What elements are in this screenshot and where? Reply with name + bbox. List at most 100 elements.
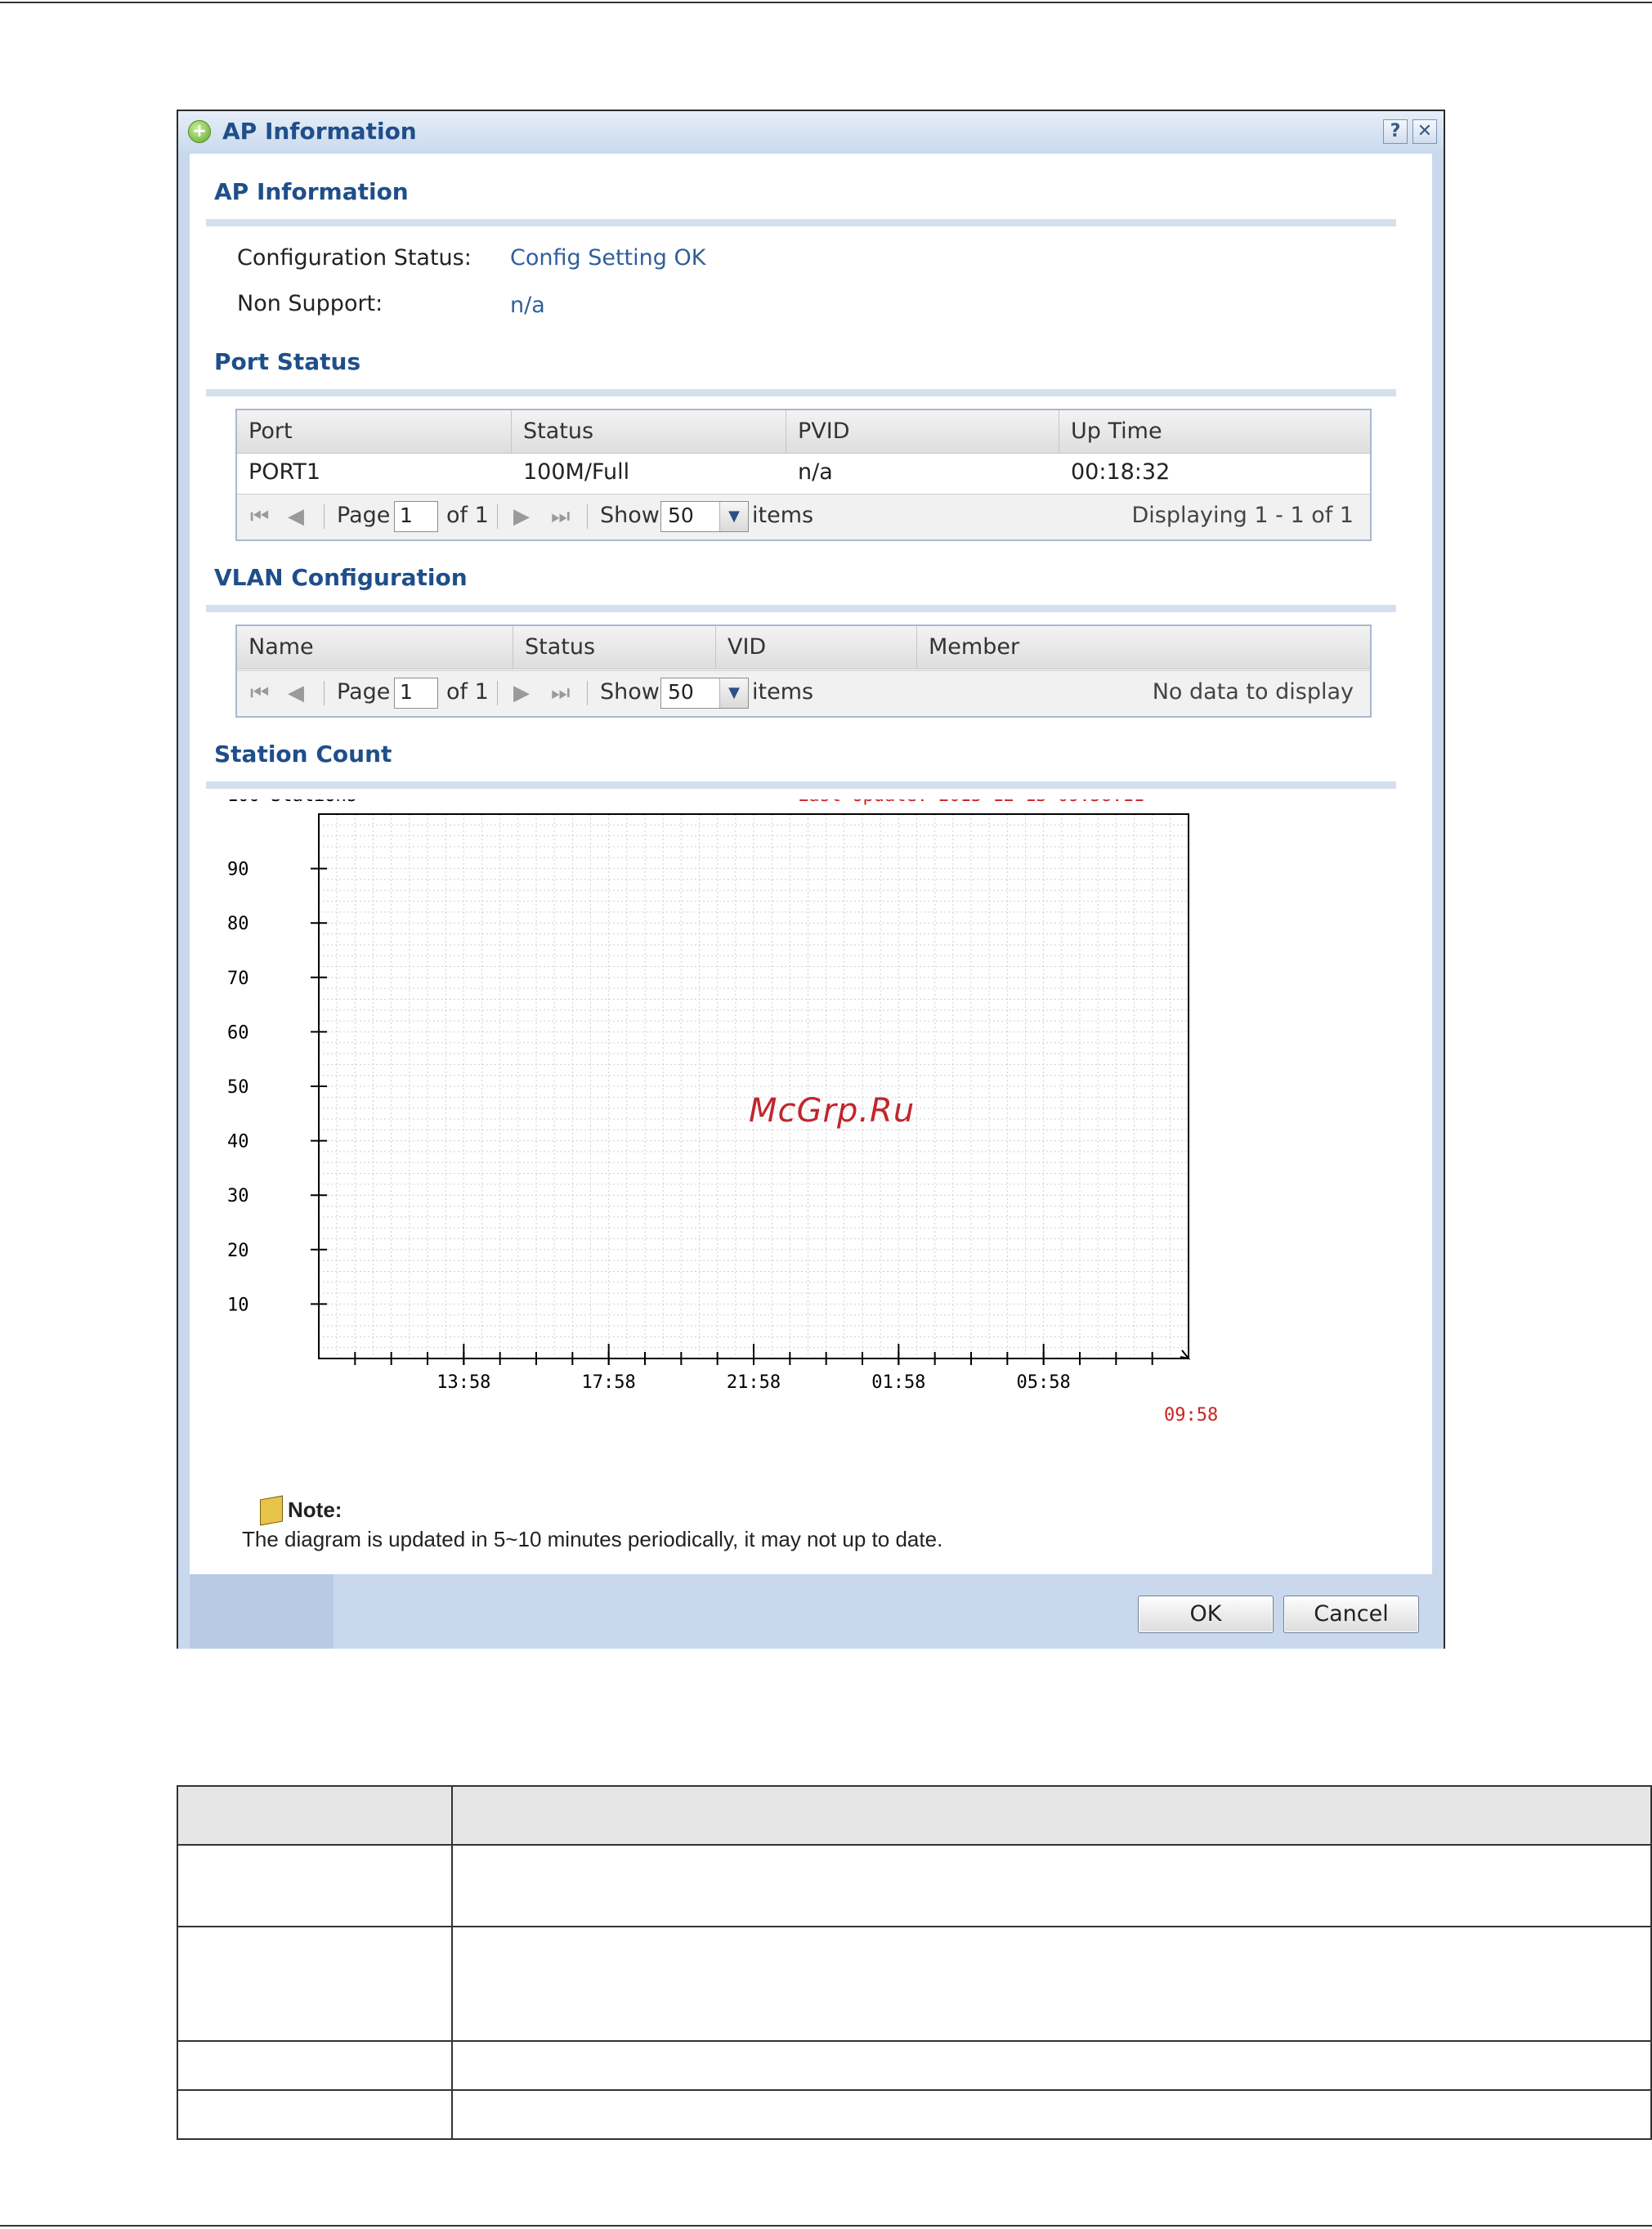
note-icon — [260, 1495, 283, 1526]
column-header-name[interactable]: Name — [237, 626, 513, 669]
dialog-footer: OK Cancel — [178, 1574, 1444, 1649]
current-time-label: 09:58 — [1164, 1405, 1218, 1426]
first-page-icon[interactable]: ⏮ — [250, 681, 269, 706]
dialog-title: AP Information — [222, 118, 417, 145]
ok-button[interactable]: OK — [1138, 1596, 1274, 1633]
vlan-grid-header: Name Status VID Member — [237, 626, 1370, 669]
cancel-button[interactable]: Cancel — [1283, 1596, 1419, 1633]
note-title: Note: — [288, 1497, 342, 1522]
table-cell — [451, 1844, 1652, 1927]
table-header-cell — [451, 1785, 1652, 1846]
x-axis-arrow — [1180, 1349, 1191, 1360]
items-per-page-value: 50 — [668, 680, 694, 704]
y-tick-label: 30 — [227, 1186, 249, 1206]
table-row — [177, 1785, 1652, 1846]
chart-ticks: 10 20 30 40 50 60 70 80 90 13:58 17:58 21:58 01:58 05… — [227, 860, 1191, 1393]
page-number-input[interactable]: 1 — [394, 678, 438, 709]
section-divider — [206, 389, 1396, 396]
x-tick-label: 05:58 — [1017, 1372, 1071, 1393]
close-button[interactable]: ✕ — [1412, 119, 1437, 144]
page-number-input[interactable]: 1 — [394, 501, 438, 532]
pager-separator — [324, 681, 325, 705]
column-header-status[interactable]: Status — [513, 626, 716, 669]
table-cell — [177, 2089, 453, 2140]
y-tick-label: 50 — [227, 1077, 249, 1098]
section-title-ap-information: AP Information — [214, 178, 409, 205]
next-page-icon[interactable]: ▶ — [513, 681, 530, 705]
dialog-content: AP Information Configuration Status: Con… — [190, 154, 1432, 1606]
dialog-titlebar: + AP Information ? ✕ — [178, 111, 1444, 154]
y-tick-label: 80 — [227, 914, 249, 934]
last-page-icon[interactable]: ⏭ — [551, 681, 570, 706]
ap-information-dialog: + AP Information ? ✕ AP Information Conf… — [177, 110, 1445, 1649]
cell-up-time: 00:18:32 — [1071, 459, 1171, 485]
y-tick-label: 90 — [227, 860, 249, 880]
table-cell — [451, 1926, 1652, 2042]
show-label: Show — [600, 503, 660, 528]
section-divider — [206, 219, 1396, 226]
prev-page-icon[interactable]: ◀ — [288, 681, 304, 705]
table-cell — [177, 2040, 453, 2091]
section-title-station-count: Station Count — [214, 741, 392, 768]
show-label: Show — [600, 679, 660, 705]
table-row[interactable]: PORT1 100M/Full n/a 00:18:32 — [237, 453, 1370, 494]
section-title-vlan-configuration: VLAN Configuration — [214, 564, 468, 591]
table-cell — [451, 2040, 1652, 2091]
table-row — [177, 2089, 1652, 2140]
cell-port: PORT1 — [248, 459, 321, 485]
prev-page-icon[interactable]: ◀ — [288, 504, 304, 529]
table-row — [177, 2040, 1652, 2091]
vlan-grid: Name Status VID Member ⏮ ◀ Page 1 of 1 ▶… — [235, 624, 1372, 718]
page-of-label: of 1 — [446, 503, 489, 528]
last-page-icon[interactable]: ⏭ — [551, 504, 570, 530]
y-tick-label: 10 — [227, 1295, 249, 1315]
column-header-pvid[interactable]: PVID — [786, 410, 1059, 453]
items-per-page-select[interactable]: 50 ▼ — [660, 678, 749, 709]
info-plus-icon: + — [188, 120, 211, 143]
dialog-left-border — [178, 154, 190, 1649]
column-header-vid[interactable]: VID — [716, 626, 917, 669]
y-tick-label: 40 — [227, 1132, 249, 1153]
y-axis-label: 100 Stations — [227, 799, 357, 806]
port-status-grid: Port Status PVID Up Time PORT1 100M/Full… — [235, 409, 1372, 541]
page-label: Page — [337, 679, 391, 705]
table-header-cell — [177, 1785, 453, 1846]
config-status-label: Configuration Status: — [237, 245, 472, 271]
x-tick-label: 17:58 — [582, 1372, 636, 1393]
pager-separator — [587, 504, 588, 529]
no-data-text: No data to display — [1152, 679, 1354, 705]
description-table — [177, 1785, 1652, 2140]
items-per-page-select[interactable]: 50 ▼ — [660, 501, 749, 532]
table-row — [177, 1926, 1652, 2042]
column-header-member[interactable]: Member — [917, 626, 1370, 669]
table-cell — [177, 1844, 453, 1927]
next-page-icon[interactable]: ▶ — [513, 504, 530, 529]
port-status-pager: ⏮ ◀ Page 1 of 1 ▶ ⏭ Show 50 ▼ items Disp… — [237, 494, 1370, 539]
section-title-port-status: Port Status — [214, 348, 361, 375]
non-support-label: Non Support: — [237, 291, 383, 316]
table-cell — [451, 2089, 1652, 2140]
section-divider — [206, 781, 1396, 789]
chevron-down-icon[interactable]: ▼ — [719, 678, 748, 708]
cell-status: 100M/Full — [523, 459, 630, 485]
pager-separator — [587, 681, 588, 705]
first-page-icon[interactable]: ⏮ — [250, 504, 269, 530]
chart-grid — [319, 814, 1189, 1358]
help-button[interactable]: ? — [1383, 119, 1408, 144]
pager-separator — [497, 681, 498, 705]
y-tick-label: 70 — [227, 969, 249, 989]
x-tick-label: 21:58 — [727, 1372, 781, 1393]
column-header-up-time[interactable]: Up Time — [1059, 410, 1370, 453]
page-label: Page — [337, 503, 391, 528]
table-cell — [177, 1926, 453, 2042]
items-label: items — [752, 503, 814, 528]
port-status-grid-header: Port Status PVID Up Time — [237, 410, 1370, 454]
chevron-down-icon[interactable]: ▼ — [719, 502, 748, 531]
table-row — [177, 1844, 1652, 1927]
column-header-port[interactable]: Port — [237, 410, 512, 453]
pager-separator — [497, 504, 498, 529]
items-per-page-value: 50 — [668, 504, 694, 527]
column-header-status[interactable]: Status — [512, 410, 786, 453]
pager-separator — [324, 504, 325, 529]
items-label: items — [752, 679, 814, 705]
